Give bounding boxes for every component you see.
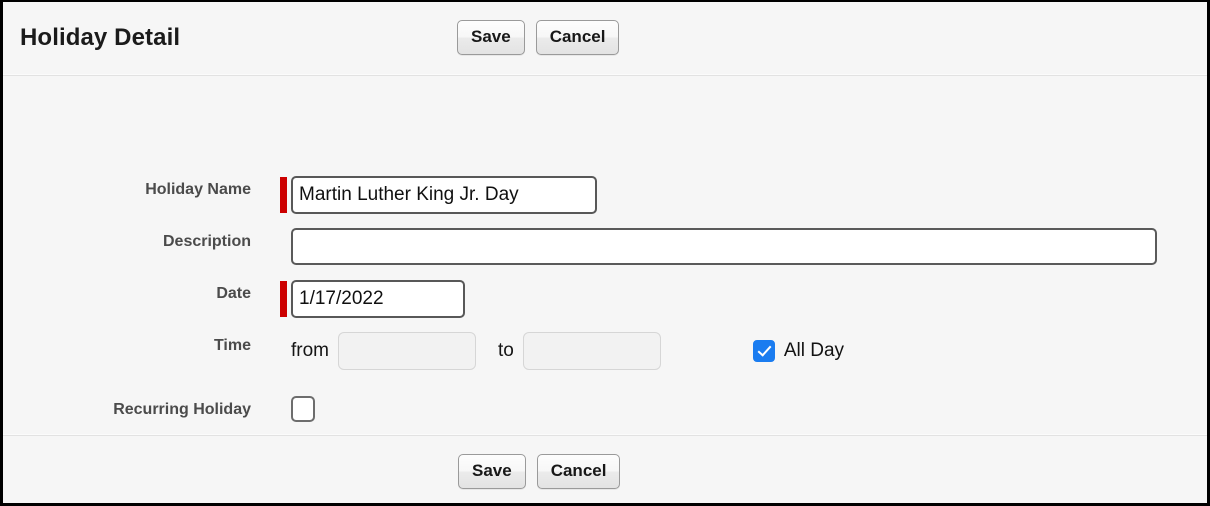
- footer-button-group: Save Cancel: [458, 454, 621, 489]
- time-label: Time: [213, 337, 251, 354]
- cancel-button-top[interactable]: Cancel: [535, 20, 620, 55]
- time-from-word: from: [291, 340, 329, 361]
- time-from-input[interactable]: [338, 332, 476, 370]
- all-day-checkbox[interactable]: [752, 340, 775, 362]
- holiday-name-input[interactable]: [291, 176, 597, 214]
- date-label: Date: [216, 285, 251, 302]
- time-field-area: from to All Day: [280, 332, 844, 370]
- save-button-bottom[interactable]: Save: [458, 454, 526, 489]
- window-header: Holiday Detail Save Cancel: [3, 2, 1207, 74]
- required-indicator-date: [280, 281, 287, 317]
- required-indicator-holiday-name: [280, 177, 287, 213]
- field-row-recurring-holiday: Recurring Holiday: [3, 396, 315, 422]
- field-row-date: Date: [3, 280, 465, 318]
- field-row-holiday-name: Holiday Name: [3, 176, 597, 214]
- description-input[interactable]: [291, 228, 1157, 265]
- page-title: Holiday Detail: [20, 24, 181, 51]
- holiday-name-field-area: [280, 176, 597, 214]
- recurring-holiday-field-area: [280, 396, 315, 422]
- time-to-input[interactable]: [522, 332, 661, 370]
- save-button-top[interactable]: Save: [457, 20, 525, 55]
- recurring-holiday-checkbox[interactable]: [291, 396, 315, 422]
- window-footer: Save Cancel: [3, 436, 1207, 503]
- cancel-button-bottom[interactable]: Cancel: [536, 454, 621, 489]
- description-label: Description: [162, 233, 251, 250]
- form-body: Holiday Name Description Date Time: [3, 76, 1207, 434]
- holiday-detail-window: Holiday Detail Save Cancel Holiday Name …: [0, 0, 1210, 506]
- recurring-holiday-label: Recurring Holiday: [113, 401, 251, 418]
- date-input[interactable]: [291, 280, 465, 318]
- all-day-label: All Day: [783, 340, 845, 361]
- header-button-group: Save Cancel: [457, 20, 620, 55]
- time-to-word: to: [498, 340, 514, 361]
- field-row-description: Description: [3, 228, 1157, 265]
- date-field-area: [280, 280, 465, 318]
- description-field-area: [280, 228, 1157, 265]
- holiday-name-label: Holiday Name: [145, 181, 251, 198]
- field-row-time: Time from to All Day: [3, 332, 844, 370]
- all-day-checkbox-group[interactable]: All Day: [752, 340, 845, 362]
